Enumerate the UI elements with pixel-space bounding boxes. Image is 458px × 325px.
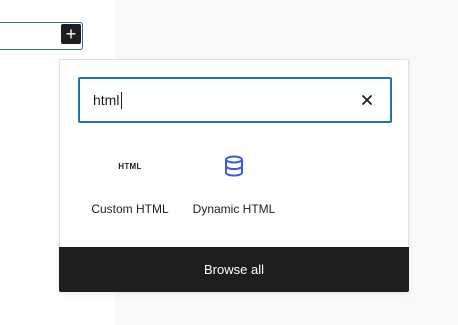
- block-item-label: Dynamic HTML: [192, 202, 276, 216]
- close-icon: [362, 95, 372, 105]
- html-icon: HTML: [118, 161, 142, 171]
- block-item-dynamic-html[interactable]: Dynamic HTML: [184, 152, 284, 222]
- block-item-label: Custom HTML: [91, 202, 169, 216]
- plus-icon: +: [65, 24, 77, 44]
- block-inserter-popover: HTML Custom HTML Dynamic HTML Browse all: [59, 59, 409, 292]
- block-search-box: [78, 77, 392, 123]
- database-icon: [224, 152, 244, 180]
- clear-search-button[interactable]: [354, 87, 380, 113]
- add-block-button[interactable]: +: [61, 24, 81, 44]
- block-search-input[interactable]: [80, 79, 340, 121]
- text-caret: [121, 92, 122, 109]
- browse-all-button[interactable]: Browse all: [59, 247, 409, 292]
- block-item-custom-html[interactable]: HTML Custom HTML: [80, 152, 180, 222]
